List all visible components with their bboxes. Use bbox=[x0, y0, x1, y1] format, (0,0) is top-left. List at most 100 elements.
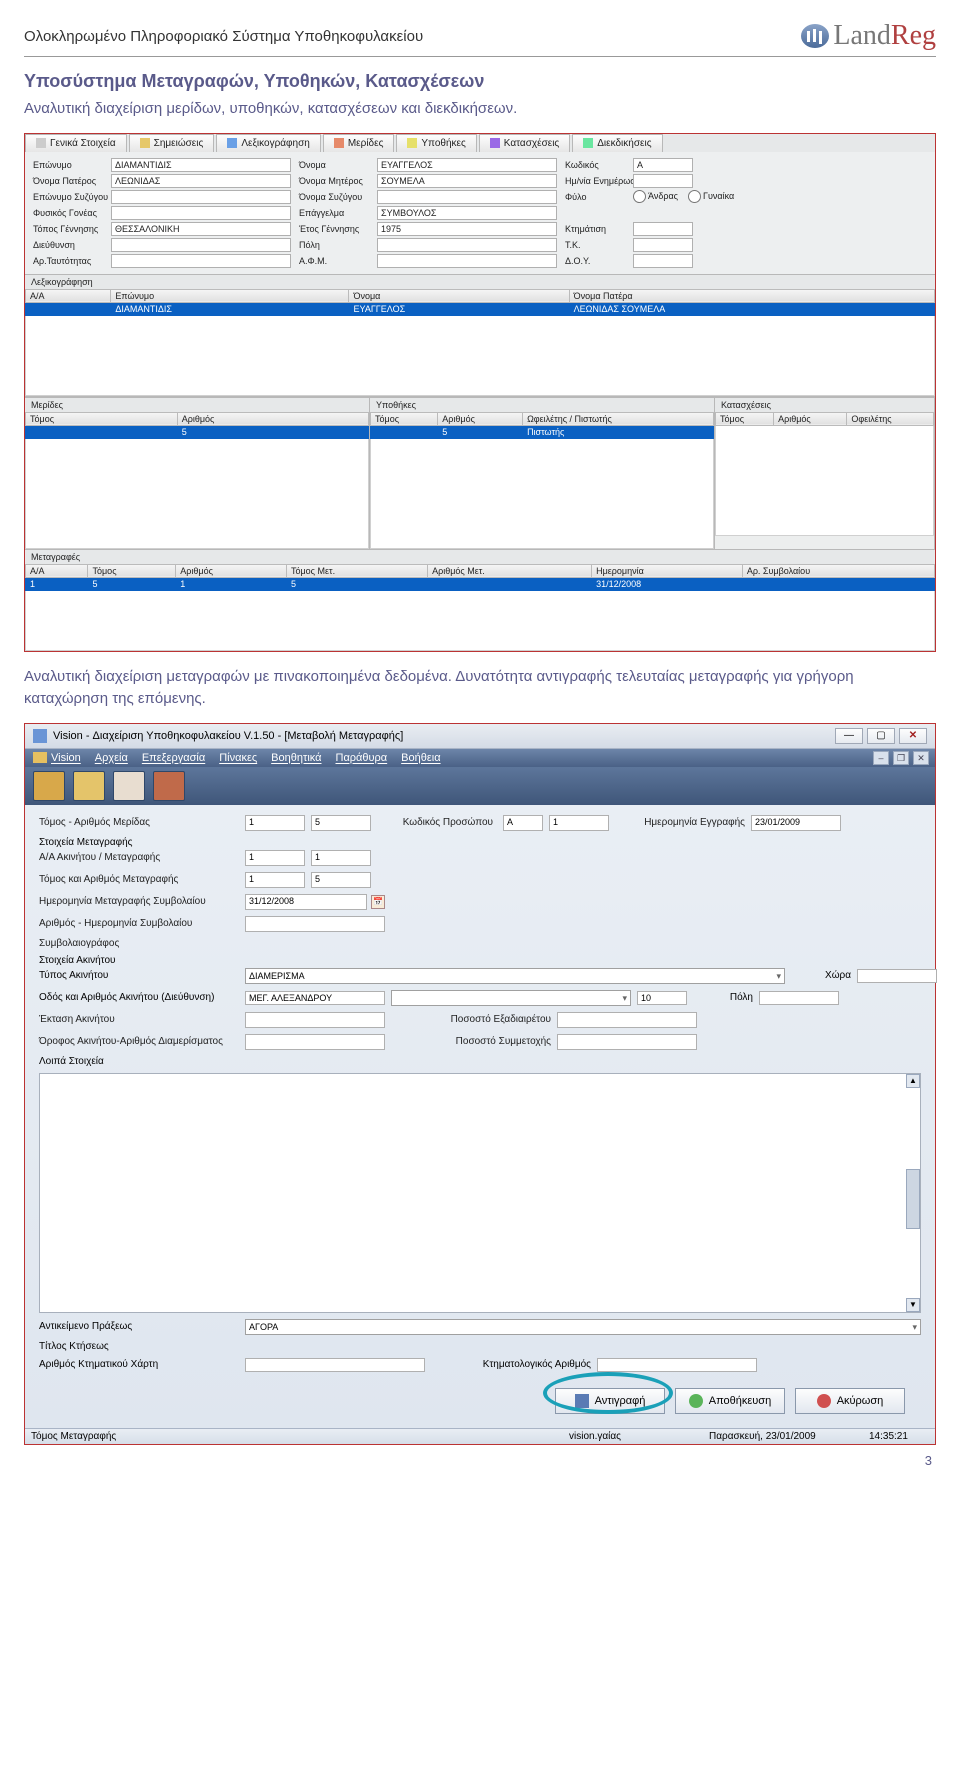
toolbar-folder-icon[interactable] bbox=[73, 771, 105, 801]
field-spouse-surname[interactable] bbox=[111, 190, 291, 204]
toolbar-users-icon[interactable] bbox=[33, 771, 65, 801]
field-zip[interactable] bbox=[633, 238, 693, 252]
loipa-textarea[interactable]: ▲ ▼ bbox=[39, 1073, 921, 1313]
status-user: vision.γαίας bbox=[569, 1431, 709, 1442]
xwra-field[interactable] bbox=[857, 969, 937, 983]
radio-male[interactable]: Άνδρας bbox=[633, 190, 678, 203]
scroll-down-icon[interactable]: ▼ bbox=[906, 1298, 920, 1312]
katasx-header: Κατασχέσεις bbox=[715, 397, 934, 412]
section-heading: Υποσύστημα Μεταγραφών, Υποθηκών, Κατασχέ… bbox=[24, 71, 936, 92]
field-ktimatisi[interactable] bbox=[633, 222, 693, 236]
minimize-button[interactable]: — bbox=[835, 728, 863, 744]
toolbar-calendar-icon[interactable] bbox=[113, 771, 145, 801]
lex-table: Α/ΑΕπώνυμοΌνομαΌνομα Πατέρα ΔΙΑΜΑΝΤΙΔΙΣΕ… bbox=[25, 289, 935, 396]
menu-edit[interactable]: Επεξεργασία bbox=[142, 752, 205, 764]
tab-notes[interactable]: Σημειώσεις bbox=[129, 134, 215, 152]
field-updated[interactable] bbox=[633, 174, 693, 188]
ypoth-row[interactable]: 5Πιστωτής bbox=[371, 425, 714, 438]
mdi-minimize-icon[interactable]: – bbox=[873, 751, 889, 765]
kodpros-field[interactable]: Α bbox=[503, 815, 543, 831]
tab-diekdikiseis[interactable]: Διεκδικήσεις bbox=[572, 134, 662, 152]
field-name[interactable]: ΕΥΑΓΓΕΛΟΣ bbox=[377, 158, 557, 172]
pososto-sym-field[interactable] bbox=[557, 1034, 697, 1050]
tm2-field[interactable]: 5 bbox=[311, 872, 371, 888]
arith-field[interactable]: 5 bbox=[311, 815, 371, 831]
section-paragraph-2: Αναλυτική διαχείριση μεταγραφών με πινακ… bbox=[24, 666, 936, 711]
copy-button[interactable]: Αντιγραφή bbox=[555, 1388, 665, 1414]
aa1-field[interactable]: 1 bbox=[245, 850, 305, 866]
field-birthplace[interactable]: ΘΕΣΣΑΛΟΝΙΚΗ bbox=[111, 222, 291, 236]
tab-katasxeseis[interactable]: Κατασχέσεις bbox=[479, 134, 570, 152]
pososto-ex-field[interactable] bbox=[557, 1012, 697, 1028]
tab-lexicography[interactable]: Λεξικογράφηση bbox=[216, 134, 321, 152]
mdi-restore-icon[interactable]: ❐ bbox=[893, 751, 909, 765]
poli-field[interactable] bbox=[759, 991, 839, 1005]
row-typ-akin: Τύπος Ακινήτου ΔΙΑΜΕΡΙΣΜΑ Χώρα bbox=[39, 968, 921, 984]
tm1-field[interactable]: 1 bbox=[245, 872, 305, 888]
menu-vision[interactable]: Vision bbox=[33, 752, 81, 764]
screenshot-transcription: Vision - Διαχείριση Υποθηκοφυλακείου V.1… bbox=[24, 723, 936, 1445]
tab-general[interactable]: Γενικά Στοιχεία bbox=[25, 134, 127, 152]
menu-windows[interactable]: Παράθυρα bbox=[336, 752, 388, 764]
form-body: Τόμος - Αριθμός Μερίδας 1 5 Κωδικός Προσ… bbox=[25, 805, 935, 1428]
hmmet-field[interactable]: 31/12/2008 bbox=[245, 894, 367, 910]
close-button[interactable]: ✕ bbox=[899, 728, 927, 744]
orofos-field[interactable] bbox=[245, 1034, 385, 1050]
ar-symb-field[interactable] bbox=[245, 916, 385, 932]
field-city[interactable] bbox=[377, 238, 557, 252]
maximize-button[interactable]: ▢ bbox=[867, 728, 895, 744]
metag-row[interactable]: 151531/12/2008 bbox=[26, 577, 935, 590]
field-mother[interactable]: ΣΟΥΜΕΛΑ bbox=[377, 174, 557, 188]
field-father[interactable]: ΛΕΩΝΙΔΑΣ bbox=[111, 174, 291, 188]
field-profession[interactable]: ΣΥΜΒΟΥΛΟΣ bbox=[377, 206, 557, 220]
field-address[interactable] bbox=[111, 238, 291, 252]
mdi-close-icon[interactable]: ✕ bbox=[913, 751, 929, 765]
kodpros-n-field[interactable]: 1 bbox=[549, 815, 609, 831]
check-icon bbox=[689, 1394, 703, 1408]
save-button[interactable]: Αποθήκευση bbox=[675, 1388, 785, 1414]
toolbar-exit-icon[interactable] bbox=[153, 771, 185, 801]
menu-aux[interactable]: Βοηθητικά bbox=[271, 752, 321, 764]
tab-ypothikes[interactable]: Υποθήκες bbox=[396, 134, 476, 152]
ypoth-table: ΤόμοςΑριθμόςΩφειλέτης / Πιστωτής 5Πιστωτ… bbox=[370, 412, 714, 549]
radio-female[interactable]: Γυναίκα bbox=[688, 190, 734, 203]
cancel-button[interactable]: Ακύρωση bbox=[795, 1388, 905, 1414]
lbl-id: Αρ.Ταυτότητας bbox=[33, 256, 103, 266]
aa2-field[interactable]: 1 bbox=[311, 850, 371, 866]
odos-select[interactable] bbox=[391, 990, 631, 1006]
lbl-name: Όνομα bbox=[299, 160, 369, 170]
claim-icon bbox=[583, 138, 593, 148]
folder-icon bbox=[33, 752, 47, 763]
ktima-ar-field[interactable] bbox=[597, 1358, 757, 1372]
logo: LandReg bbox=[801, 20, 936, 52]
field-birthyear[interactable]: 1975 bbox=[377, 222, 557, 236]
ektasi-field[interactable] bbox=[245, 1012, 385, 1028]
ar-ktima-field[interactable] bbox=[245, 1358, 425, 1372]
menu-tables[interactable]: Πίνακες bbox=[219, 752, 257, 764]
typ-akin-select[interactable]: ΔΙΑΜΕΡΙΣΜΑ bbox=[245, 968, 785, 984]
lex-row-selected[interactable]: ΔΙΑΜΑΝΤΙΔΙΣΕΥΑΓΓΕΛΟΣΛΕΩΝΙΔΑΣ ΣΟΥΜΕΛΑ bbox=[26, 302, 935, 315]
menu-arxeia[interactable]: Αρχεία bbox=[95, 752, 128, 764]
field-spouse-name[interactable] bbox=[377, 190, 557, 204]
logo-text: LandReg bbox=[833, 20, 936, 52]
cancel-icon bbox=[817, 1394, 831, 1408]
field-surname[interactable]: ΔΙΑΜΑΝΤΙΔΙΣ bbox=[111, 158, 291, 172]
menu-help[interactable]: Βοήθεια bbox=[401, 752, 440, 764]
antik-select[interactable]: ΑΓΟΡΑ bbox=[245, 1319, 921, 1335]
scroll-up-icon[interactable]: ▲ bbox=[906, 1074, 920, 1088]
merides-row[interactable]: 5 bbox=[26, 425, 369, 438]
field-id[interactable] bbox=[111, 254, 291, 268]
field-doy[interactable] bbox=[633, 254, 693, 268]
odos-n-field[interactable]: 10 bbox=[637, 991, 687, 1005]
field-bioparent[interactable] bbox=[111, 206, 291, 220]
scrollbar-thumb[interactable] bbox=[906, 1169, 920, 1229]
field-afm[interactable] bbox=[377, 254, 557, 268]
field-code[interactable]: Α bbox=[633, 158, 693, 172]
lbl-loipa: Λοιπά Στοιχεία bbox=[39, 1056, 921, 1067]
tomos-field[interactable]: 1 bbox=[245, 815, 305, 831]
date-picker-icon[interactable]: 📅 bbox=[371, 895, 385, 909]
odos-field[interactable]: ΜΕΓ. ΑΛΕΞΑΝΔΡΟΥ bbox=[245, 991, 385, 1005]
tab-merides[interactable]: Μερίδες bbox=[323, 134, 395, 152]
document-header: Ολοκληρωμένο Πληροφοριακό Σύστημα Υποθηκ… bbox=[24, 20, 936, 57]
hmeggr-field[interactable]: 23/01/2009 bbox=[751, 815, 841, 831]
